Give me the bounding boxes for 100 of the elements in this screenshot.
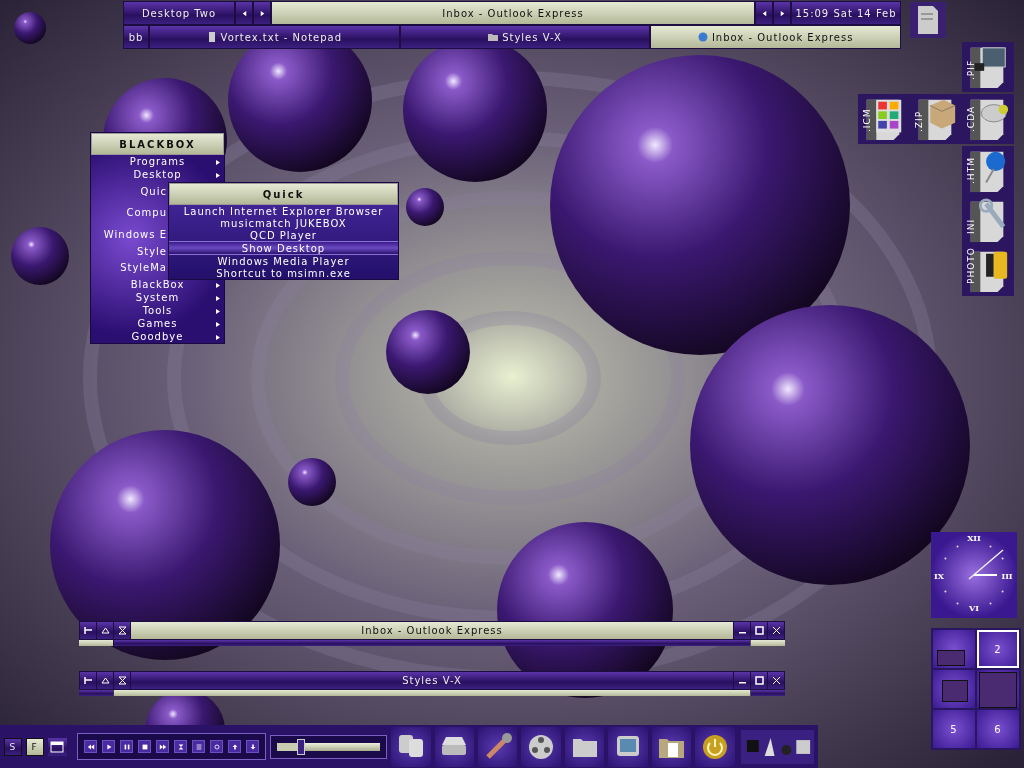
window-thumbnail [937,650,965,666]
desktop-icon[interactable]: PHOTO [962,246,1014,296]
launcher-button[interactable] [651,726,692,767]
minimize-button[interactable] [734,672,750,689]
desktop-cell[interactable]: 2 [977,630,1019,668]
up-button[interactable] [228,740,242,753]
launcher-button[interactable] [521,726,561,767]
resize-grip[interactable] [751,690,785,696]
menu-item[interactable]: Tools [91,304,224,317]
menu-item[interactable]: Shortcut to msimn.exe [169,267,398,279]
maximize-button[interactable] [751,622,767,639]
hourglass-button[interactable] [114,672,130,689]
pin-button[interactable] [80,622,96,639]
close-button[interactable] [768,672,784,689]
next-window-button[interactable] [774,2,790,24]
launcher-button[interactable] [434,726,474,767]
previous-workspace-button[interactable] [236,2,252,24]
resize-grip[interactable] [79,640,113,646]
right-arrow-icon [778,9,786,17]
taskbar-button[interactable]: Inbox - Outlook Express [651,26,900,48]
shade-button[interactable] [97,672,113,689]
launcher-button[interactable] [695,726,735,767]
maximize-button[interactable] [751,672,767,689]
slider-thumb[interactable] [296,738,305,755]
forward-icon [158,742,167,751]
desktop-icon[interactable]: INI [962,196,1014,246]
menu-item[interactable]: Launch Internet Explorer Browser [169,205,398,217]
menu-item[interactable]: Desktop [91,168,224,181]
eject-button[interactable] [174,740,188,753]
hourglass-button[interactable] [114,622,130,639]
next-workspace-button[interactable] [254,2,270,24]
menu-item[interactable]: Compu [91,202,167,223]
mail-icon [697,32,708,42]
minimize-button[interactable] [734,622,750,639]
menu-item[interactable]: System [91,291,224,304]
down-icon [248,742,257,751]
rewind-icon [86,742,95,751]
workspace-label: Desktop Two [124,2,234,24]
record-button[interactable] [210,740,224,753]
resize-grip[interactable] [751,640,785,646]
launcher-button[interactable] [608,726,648,767]
menu-item[interactable]: Style [91,245,167,257]
maximize-icon [754,626,764,635]
rewind-button[interactable] [84,740,98,753]
window-title: Styles V-X [131,672,733,689]
desktop-cell[interactable] [933,670,975,708]
pager-label: bb [124,26,148,48]
menu-item[interactable]: musicmatch JUKEBOX [169,217,398,229]
playlist-button[interactable] [192,740,206,753]
pin-icon [83,676,93,685]
launcher-button[interactable] [391,726,431,767]
close-button[interactable] [768,622,784,639]
menu-item[interactable]: Show Desktop [169,241,398,255]
menu-item[interactable]: Quic [91,181,167,202]
previous-window-button[interactable] [756,2,772,24]
pause-button[interactable] [120,740,134,753]
submenu-arrow-icon [216,321,220,327]
menu-item[interactable]: Games [91,317,224,330]
clock-numeral: XII [967,533,981,543]
shade-button[interactable] [97,622,113,639]
play-button[interactable] [102,740,116,753]
window-button[interactable] [47,737,68,756]
forward-button[interactable] [156,740,170,753]
pin-button[interactable] [80,672,96,689]
taskbar-button[interactable]: Styles V-X [400,26,650,48]
menu-item[interactable]: StyleMa [91,257,167,278]
submenu-arrow-icon [216,295,220,301]
slit-button[interactable]: F [25,737,44,756]
desktop-cell[interactable]: 5 [933,710,975,748]
right-arrow-icon [258,9,266,17]
submenu-arrow-icon [216,172,220,178]
desktop-icon[interactable] [910,2,946,38]
desktop-icon[interactable]: .CDA [962,94,1014,144]
desktop-icon[interactable]: .ICM [858,94,910,144]
desktop-icon[interactable]: .ZIP [910,94,962,144]
desktop-icon[interactable]: .PIF [962,42,1014,92]
window-thumbnail [979,672,1017,708]
menu-item[interactable]: Goodbye [91,330,224,343]
triangle-icon [100,626,110,635]
menu-item[interactable]: QCD Player [169,229,398,241]
menu-item[interactable]: BlackBox [91,278,224,291]
window-handle[interactable] [114,640,750,646]
desktop-icon[interactable]: .HTM [962,146,1014,196]
resize-grip[interactable] [79,690,113,696]
clock-numeral: IX [934,571,944,581]
launcher-button[interactable] [564,726,605,767]
slit-button[interactable]: S [4,737,22,756]
window-handle[interactable] [114,690,750,696]
menu-item[interactable]: Programs [91,155,224,168]
stop-button[interactable] [138,740,152,753]
taskbar-button[interactable]: Vortex.txt - Notepad [150,26,399,48]
menu-item[interactable]: Windows Media Player [169,255,398,267]
down-button[interactable] [246,740,260,753]
desktop-cell[interactable] [933,630,975,668]
left-arrow-icon [760,9,768,17]
desktop-cell[interactable] [977,670,1019,708]
menu-item[interactable]: Windows E [91,223,167,245]
folder-icon [488,32,499,42]
desktop-cell[interactable]: 6 [977,710,1019,748]
window-title: Inbox - Outlook Express [131,622,733,639]
